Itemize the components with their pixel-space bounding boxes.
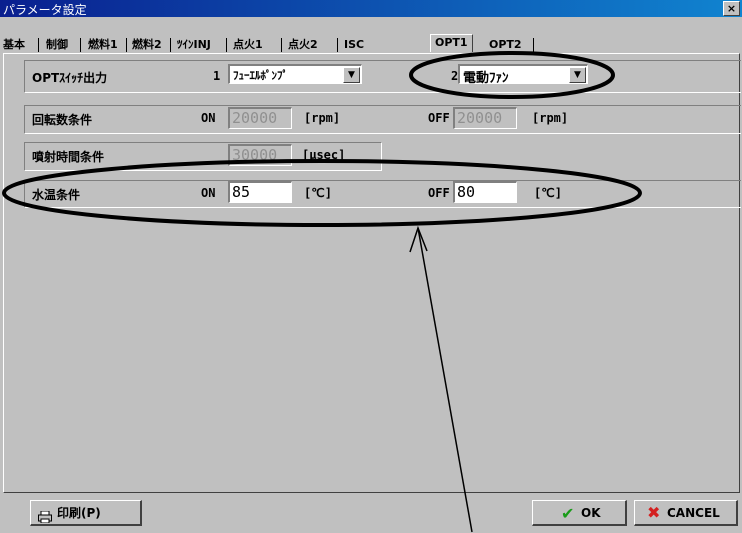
annotation-overlay <box>2 51 642 533</box>
highlight-ellipse-water <box>2 159 642 227</box>
highlight-ellipse-fan <box>409 51 615 99</box>
pointer-arrow <box>417 227 473 533</box>
